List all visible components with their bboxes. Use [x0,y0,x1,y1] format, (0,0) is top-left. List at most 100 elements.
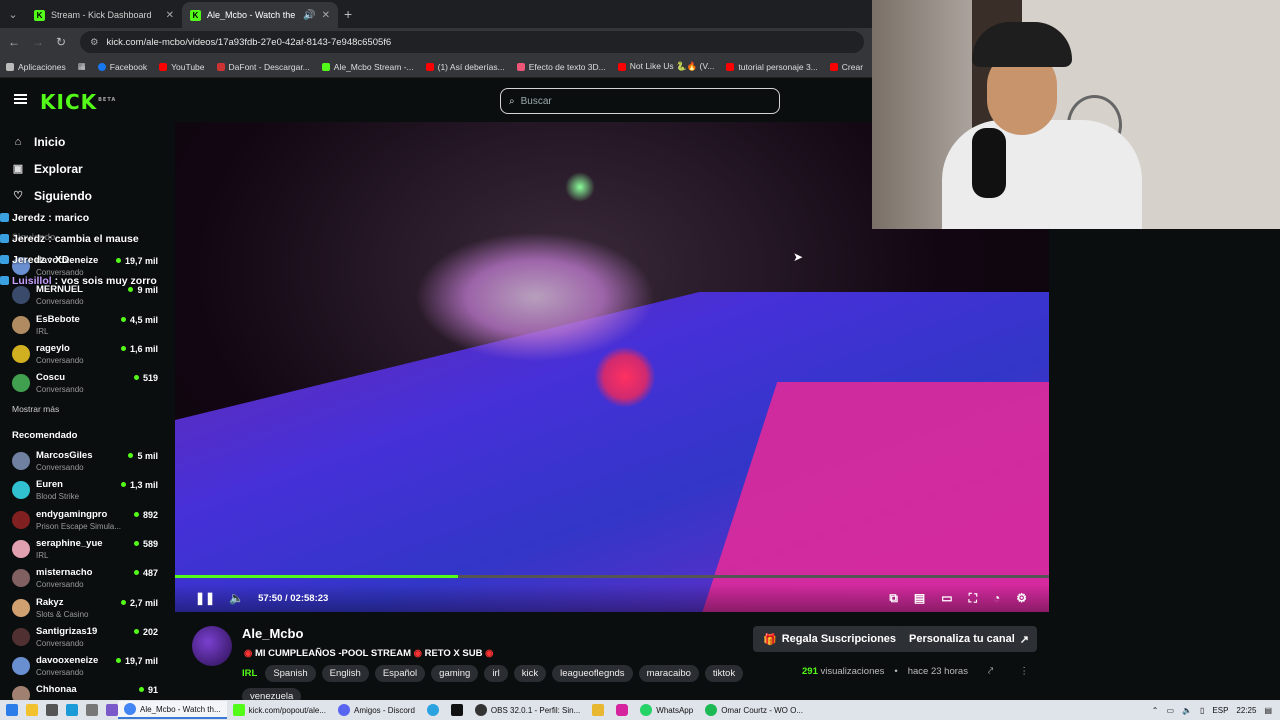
menu-icon[interactable] [14,94,27,104]
bookmark-tutorial[interactable]: tutorial personaje 3... [726,62,818,72]
search-input[interactable]: ⌕ Buscar [500,88,780,114]
bookmark-facebook[interactable]: Facebook [97,62,147,72]
chat-message: Luisillol: vos sois muy zorro [0,270,200,291]
taskbar-folder[interactable] [586,701,610,719]
category-link[interactable]: IRL [242,668,257,679]
browser-tab-vod[interactable]: K Ale_Mcbo - Watch the VOD 🔊 ✕ [182,2,338,28]
tab-search-icon[interactable]: ⌄ [0,0,26,28]
tag-chip[interactable]: gaming [431,665,479,682]
tag-chip[interactable]: Spanish [265,665,316,682]
channel-avatar [12,452,30,470]
channel-row[interactable]: Santigrizas19 Conversando 202 [0,624,172,653]
bookmark-video-1[interactable]: (1) Así deberías... [425,62,505,72]
app-icon[interactable] [106,704,118,716]
tag-chip[interactable]: maracaibo [638,665,699,682]
channel-name: Euren [36,479,63,491]
tag-chip[interactable]: kick [513,665,547,682]
nav-siguiendo[interactable]: ♡ Siguiendo [0,182,172,209]
tag-chip[interactable]: Español [374,665,426,682]
channel-row[interactable]: EsBebote IRL 4,5 mil [0,312,172,341]
bookmark-dafont[interactable]: DaFont - Descargar... [216,62,310,72]
channel-row[interactable]: rageylo Conversando 1,6 mil [0,341,172,370]
close-tab-icon[interactable]: ✕ [322,10,330,21]
progress-bar[interactable] [175,575,1049,578]
bookmark-efecto[interactable]: Efecto de texto 3D... [516,62,606,72]
external-link-icon: ↗ [1019,633,1029,646]
share-icon[interactable]: ⤤ [988,666,993,677]
battery-icon[interactable]: ▯ [1200,706,1204,715]
channel-row[interactable]: misternacho Conversando 487 [0,565,172,594]
pause-icon[interactable]: ❚❚ [195,591,215,605]
chevron-up-icon[interactable]: ⌃ [1152,706,1159,715]
channel-category: Blood Strike [36,492,80,502]
channel-row[interactable]: MarcosGiles Conversando 5 mil [0,448,172,477]
site-info-icon[interactable]: ⚙ [90,37,99,48]
mail-icon[interactable] [66,704,78,716]
clock[interactable]: 22:25 [1236,706,1256,715]
reload-icon[interactable]: ↻ [56,35,66,49]
tag-chip[interactable]: leagueoflegnds [552,665,633,682]
miniplayer-icon[interactable]: ⧉ [889,591,898,606]
kick-logo[interactable]: KICKBETA [40,90,116,114]
volume-icon[interactable]: 🔈 [229,591,244,605]
volume-icon[interactable]: 🔈 [1182,706,1192,715]
channel-avatar[interactable] [192,626,232,666]
channel-row[interactable]: seraphine_yue IRL 589 [0,536,172,565]
network-icon[interactable]: ▭ [1166,706,1174,715]
theater-icon[interactable]: ▭ [941,591,952,606]
chat-message: Jeredz: marico [0,207,200,228]
webcam-cap [972,22,1072,67]
fullscreen-icon[interactable]: ⛶ [969,591,977,606]
tag-chip[interactable]: irl [484,665,508,682]
file-explorer-icon[interactable] [26,704,38,716]
speed-icon[interactable]: ◔ [993,591,1000,606]
bookmark-grid[interactable]: ▦ [78,61,86,72]
start-icon[interactable] [6,704,18,716]
show-more-link[interactable]: Mostrar más [12,404,59,414]
app-icon[interactable] [86,704,98,716]
notifications-icon[interactable]: ▤ [1264,706,1272,715]
language-indicator[interactable]: ESP [1212,706,1228,715]
channel-row[interactable]: Rakyz Slots & Casino 2,7 mil [0,595,172,624]
close-tab-icon[interactable]: ✕ [166,10,174,21]
bookmark-not-like-us[interactable]: Not Like Us 🐍🔥 (V... [617,61,714,72]
channel-name[interactable]: Ale_Mcbo [242,626,303,641]
url-field[interactable]: ⚙ kick.com/ale-mcbo/videos/17a93fdb-27e0… [80,31,864,53]
taskbar-discord[interactable]: Amigos - Discord [332,701,421,719]
taskbar-obs[interactable]: OBS 32.0.1 - Perfil: Sin... [469,701,586,719]
forward-icon[interactable]: → [32,35,44,49]
explore-icon: ▣ [12,163,24,175]
channel-row[interactable]: Euren Blood Strike 1,3 mil [0,477,172,506]
bookmark-apps[interactable]: Aplicaciones [6,62,66,72]
channel-row[interactable]: endygamingpro Prison Escape Simula... 892 [0,507,172,536]
viewer-count: 91 [139,685,158,695]
bookmark-crear[interactable]: Crear [829,62,863,72]
store-icon[interactable] [46,704,58,716]
bookmark-youtube[interactable]: YouTube [159,62,205,72]
clip-icon[interactable]: ▤ [914,591,925,606]
channel-row[interactable]: davooxeneize Conversando 19,7 mil [0,653,172,682]
audio-icon[interactable]: 🔊 [303,10,315,21]
taskbar-instagram[interactable] [610,701,634,719]
channel-row[interactable]: Coscu Conversando 519 [0,370,172,399]
tag-chip[interactable]: English [321,665,369,682]
more-options-icon[interactable]: ⋮ [1019,666,1029,677]
bookmark-kick-stream[interactable]: Ale_Mcbo Stream -... [321,62,414,72]
customize-channel-button[interactable]: Personaliza tu canal ↗ [901,626,1037,652]
taskbar-whatsapp[interactable]: WhatsApp [634,701,699,719]
channel-name: Rakyz [36,596,64,608]
tag-chip[interactable]: tiktok [704,665,744,682]
back-icon[interactable]: ← [8,35,20,49]
nav-inicio[interactable]: ⌂ Inicio [0,128,172,155]
taskbar-kick-popout[interactable]: kick.com/popout/ale... [227,701,332,719]
gift-subs-button[interactable]: 🎁 Regala Suscripciones [753,626,907,652]
nav-explorar[interactable]: ▣ Explorar [0,155,172,182]
taskbar-tiktok[interactable] [445,701,469,719]
taskbar-telegram[interactable] [421,701,445,719]
taskbar-spotify[interactable]: Omar Courtz - WO O... [699,701,809,719]
new-tab-icon[interactable]: + [344,6,352,22]
taskbar-chrome[interactable]: Ale_Mcbo - Watch th... [118,701,227,719]
settings-icon[interactable]: ⚙ [1016,591,1027,606]
gift-icon: 🎁 [763,633,777,646]
browser-tab-dashboard[interactable]: K Stream - Kick Dashboard ✕ [26,2,182,28]
